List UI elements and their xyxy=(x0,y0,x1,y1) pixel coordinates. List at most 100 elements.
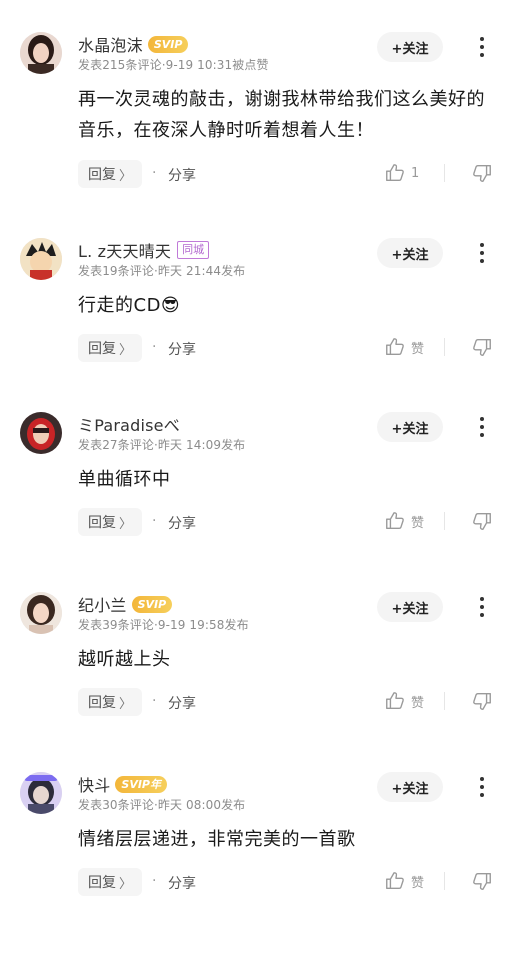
name-row: ミParadiseべ xyxy=(78,413,180,435)
reply-label: 回复 xyxy=(88,167,116,183)
divider xyxy=(444,512,445,530)
follow-button[interactable]: +关注 xyxy=(377,412,443,442)
thumbs-down-icon[interactable] xyxy=(471,162,493,184)
thumbs-down-icon[interactable] xyxy=(471,336,493,358)
chevron-right-icon: 〉 xyxy=(119,696,133,712)
comment-actions: 回复〉 · 分享 赞 xyxy=(78,334,498,364)
reply-button[interactable]: 回复〉 xyxy=(78,868,143,896)
name-row: L. z天天晴天 同城 xyxy=(78,238,210,262)
comment-text: 再一次灵魂的敲击，谢谢我林带给我们这么美好的音乐，在夜深人静时听着想着人生！ xyxy=(78,89,485,141)
username[interactable]: 水晶泡沫 xyxy=(78,32,143,56)
comment-meta: 发表19条评论·昨天 21:44发布 xyxy=(78,264,246,278)
reply-button[interactable]: 回复〉 xyxy=(78,688,143,716)
chevron-right-icon: 〉 xyxy=(119,516,133,532)
share-button[interactable]: 分享 xyxy=(168,513,196,533)
thumbs-down-icon[interactable] xyxy=(471,510,493,532)
thumbs-up-icon xyxy=(386,512,404,530)
name-row: 纪小兰 SVIP xyxy=(78,592,173,616)
comment-actions: 回复〉 · 分享 1 xyxy=(78,160,498,190)
follow-button[interactable]: +关注 xyxy=(377,238,443,268)
like-count: 赞 xyxy=(411,341,425,357)
share-button[interactable]: 分享 xyxy=(168,693,196,713)
like-button[interactable]: 赞 xyxy=(384,510,424,532)
more-options-icon[interactable] xyxy=(473,776,491,798)
share-button[interactable]: 分享 xyxy=(168,165,196,185)
chevron-right-icon: 〉 xyxy=(119,342,133,358)
more-options-icon[interactable] xyxy=(473,596,491,618)
like-button[interactable]: 赞 xyxy=(384,336,424,358)
separator-dot: · xyxy=(152,165,157,181)
thumbs-down-icon[interactable] xyxy=(471,690,493,712)
divider xyxy=(444,692,445,710)
chevron-right-icon: 〉 xyxy=(119,876,133,892)
comment-meta: 发表30条评论·昨天 08:00发布 xyxy=(78,798,246,812)
avatar[interactable] xyxy=(20,592,62,634)
comment-actions: 回复〉 · 分享 赞 xyxy=(78,508,498,538)
separator-dot: · xyxy=(152,513,157,529)
thumbs-up-icon xyxy=(386,338,404,356)
avatar[interactable] xyxy=(20,32,62,74)
like-count: 赞 xyxy=(411,695,425,711)
avatar-image xyxy=(20,412,62,454)
divider xyxy=(444,164,445,182)
comment-item: L. z天天晴天 同城 发表19条评论·昨天 21:44发布 +关注 行走的CD… xyxy=(0,238,515,422)
follow-button[interactable]: +关注 xyxy=(377,592,443,622)
chevron-right-icon: 〉 xyxy=(119,168,133,184)
comment-item: 快斗 SVIP年 发表30条评论·昨天 08:00发布 +关注 情绪层层递进，非… xyxy=(0,772,515,956)
avatar-image xyxy=(20,238,62,280)
like-button[interactable]: 赞 xyxy=(384,870,424,892)
avatar[interactable] xyxy=(20,772,62,814)
avatar-image xyxy=(20,772,62,814)
comment-actions: 回复〉 · 分享 赞 xyxy=(78,868,498,898)
reply-button[interactable]: 回复〉 xyxy=(78,160,143,188)
svip-annual-badge: SVIP年 xyxy=(115,775,167,793)
like-button[interactable]: 1 xyxy=(384,162,419,184)
thumbs-up-icon xyxy=(386,164,404,182)
follow-button[interactable]: +关注 xyxy=(377,772,443,802)
comment-item: 纪小兰 SVIP 发表39条评论·9-19 19:58发布 +关注 越听越上头 … xyxy=(0,592,515,776)
follow-button[interactable]: +关注 xyxy=(377,32,443,62)
reply-label: 回复 xyxy=(88,695,116,711)
more-options-icon[interactable] xyxy=(473,36,491,58)
username[interactable]: 纪小兰 xyxy=(78,592,127,616)
separator-dot: · xyxy=(152,339,157,355)
comment-meta: 发表27条评论·昨天 14:09发布 xyxy=(78,438,246,452)
more-options-icon[interactable] xyxy=(473,242,491,264)
comment-meta: 发表39条评论·9-19 19:58发布 xyxy=(78,618,249,632)
like-count: 赞 xyxy=(411,515,425,531)
avatar[interactable] xyxy=(20,412,62,454)
thumbs-up-icon xyxy=(386,872,404,890)
like-button[interactable]: 赞 xyxy=(384,690,424,712)
avatar-image xyxy=(20,32,62,74)
username[interactable]: L. z天天晴天 xyxy=(78,238,171,262)
comment-text: 单曲循环中 xyxy=(78,469,171,490)
svip-badge: SVIP xyxy=(131,595,173,613)
comment-actions: 回复〉 · 分享 赞 xyxy=(78,688,498,718)
separator-dot: · xyxy=(152,693,157,709)
more-options-icon[interactable] xyxy=(473,416,491,438)
like-count: 1 xyxy=(411,165,420,181)
username[interactable]: 快斗 xyxy=(78,772,110,796)
reply-button[interactable]: 回复〉 xyxy=(78,508,143,536)
thumbs-up-icon xyxy=(386,692,404,710)
username[interactable]: ミParadiseべ xyxy=(78,412,180,436)
svip-badge: SVIP xyxy=(147,35,189,53)
comment-item: ミParadiseべ 发表27条评论·昨天 14:09发布 +关注 单曲循环中 … xyxy=(0,412,515,596)
avatar[interactable] xyxy=(20,238,62,280)
divider xyxy=(444,872,445,890)
name-row: 水晶泡沫 SVIP xyxy=(78,32,189,56)
divider xyxy=(444,338,445,356)
like-count: 赞 xyxy=(411,875,425,891)
share-button[interactable]: 分享 xyxy=(168,873,196,893)
name-row: 快斗 SVIP年 xyxy=(78,773,167,795)
separator-dot: · xyxy=(152,873,157,889)
reply-label: 回复 xyxy=(88,875,116,891)
comment-item: 水晶泡沫 SVIP 发表215条评论·9-19 10:31被点赞 +关注 再一次… xyxy=(0,32,515,216)
thumbs-down-icon[interactable] xyxy=(471,870,493,892)
share-button[interactable]: 分享 xyxy=(168,339,196,359)
comment-text: 情绪层层递进，非常完美的一首歌 xyxy=(78,829,356,850)
avatar-image xyxy=(20,592,62,634)
reply-button[interactable]: 回复〉 xyxy=(78,334,143,362)
same-city-badge: 同城 xyxy=(177,241,210,259)
comment-text: 行走的CD😎 xyxy=(78,295,181,316)
